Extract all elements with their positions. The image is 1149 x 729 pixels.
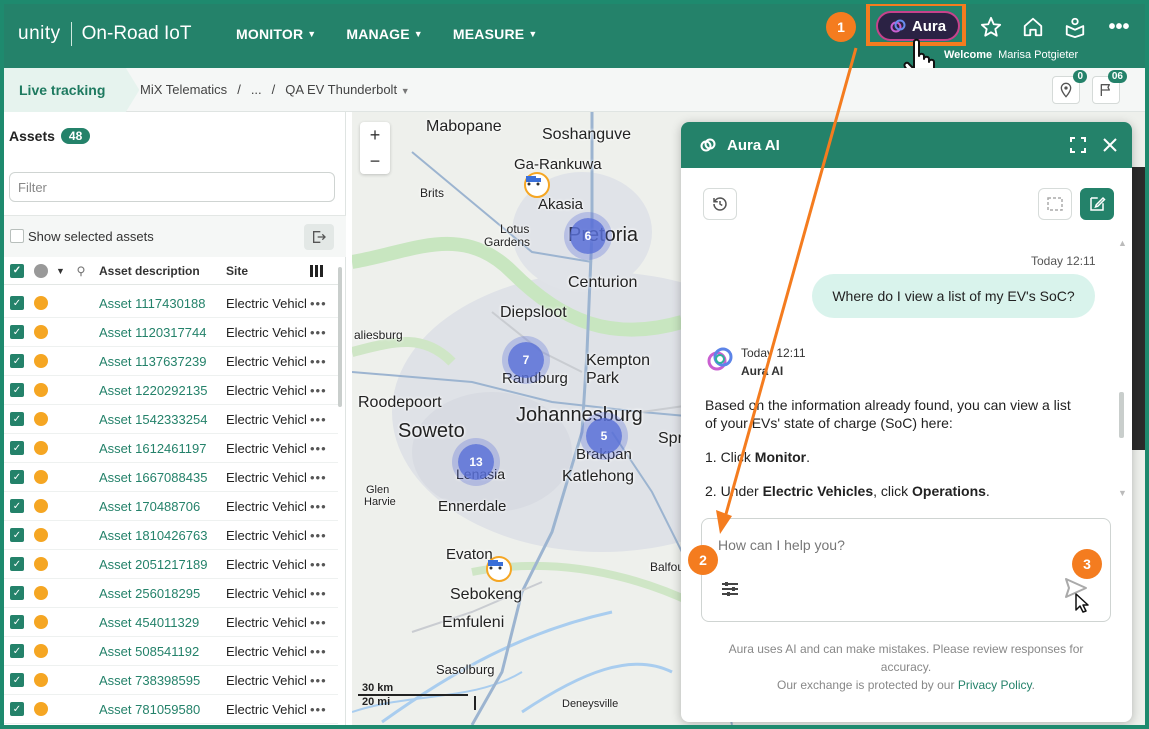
annotation-arrow: [716, 47, 858, 534]
step-badge-2: 2: [688, 545, 718, 575]
step-badge-3: 3: [1072, 549, 1102, 579]
app-frame: unity On-Road IoT MONITOR ▼ MANAGE ▼ MEASU…: [4, 4, 1145, 725]
pointer-cursor-icon: [1075, 593, 1089, 613]
